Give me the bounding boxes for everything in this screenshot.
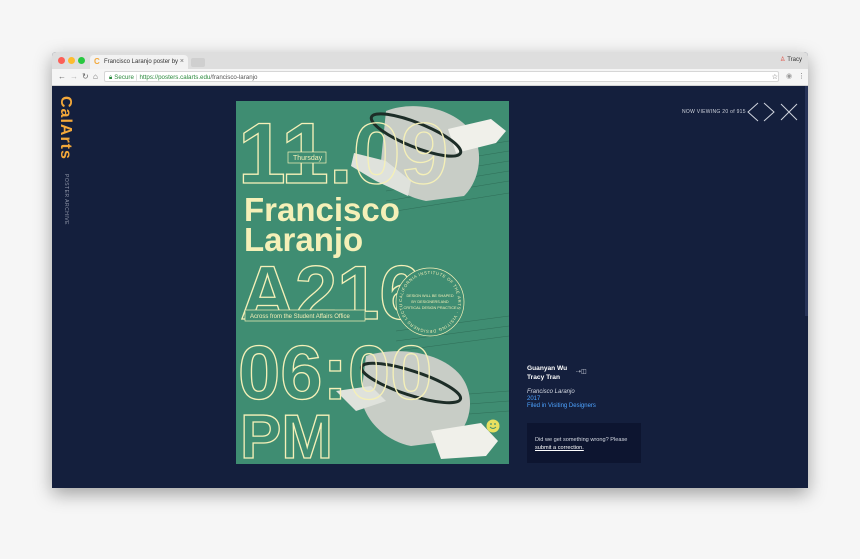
- secure-label: Secure: [114, 74, 134, 81]
- poster-image[interactable]: 11.09 A216 06:00 PM Thursday Francisco L…: [236, 101, 509, 464]
- poster-blurb-3: CRITICAL DESIGN PRACTICE: [403, 306, 456, 310]
- poster-credits: Guanyan Wu Tracy Tran ⇢◫ Francisco Laran…: [527, 364, 596, 409]
- poster-date: 11.09: [238, 106, 448, 202]
- browser-tab[interactable]: C Francisco Laranjo poster by Gu ×: [90, 55, 188, 69]
- poster-location: Across from the Student Affairs Office: [250, 314, 350, 320]
- reload-icon[interactable]: ↻: [82, 71, 89, 83]
- extension-icon[interactable]: ◉: [786, 72, 792, 82]
- home-icon[interactable]: ⌂: [93, 71, 98, 83]
- profile-icon: ♙: [779, 57, 786, 63]
- poster-blurb-2: BY DESIGNERS AND: [411, 300, 449, 304]
- poster-blurb-1: DESIGN WILL BE SHAPED: [406, 294, 453, 298]
- url-path: /francisco-laranjo: [210, 74, 258, 81]
- poster-category-link[interactable]: Filed in Visiting Designers: [527, 403, 596, 409]
- poster-artwork: 11.09 A216 06:00 PM Thursday Francisco L…: [236, 101, 509, 464]
- bookmark-star-icon[interactable]: ☆: [772, 72, 778, 81]
- lock-icon: 🔒︎: [109, 74, 113, 81]
- tab-title: Francisco Laranjo poster by Gu: [104, 59, 180, 65]
- submit-correction-link[interactable]: submit a correction.: [535, 445, 584, 451]
- tab-bar: C Francisco Laranjo poster by Gu × ♙ Trac…: [52, 52, 808, 70]
- poster-archive-label: POSTER ARCHIVE: [63, 174, 69, 225]
- profile-button[interactable]: ♙ Tracy: [780, 52, 802, 69]
- new-tab-button[interactable]: [191, 58, 205, 67]
- close-viewer-icon[interactable]: [780, 102, 798, 122]
- correction-box: Did we get something wrong? Please submi…: [527, 423, 641, 463]
- maximize-window-button[interactable]: [78, 57, 85, 64]
- poster-smiley-icon: [486, 419, 500, 433]
- poster-name-last: Laranjo: [244, 221, 363, 258]
- menu-kebab-icon[interactable]: ⋮: [798, 72, 805, 82]
- correction-text: Did we get something wrong? Please: [535, 437, 628, 443]
- browser-toolbar: ← → ↻ ⌂ 🔒︎ Secure | https://posters.calarts…: [52, 69, 808, 86]
- url-host: https://posters.calarts.edu: [139, 74, 211, 81]
- poster-ampm: PM: [240, 403, 333, 464]
- previous-arrow-icon[interactable]: [746, 102, 760, 122]
- poster-room: A216: [240, 251, 422, 336]
- viewing-counter: NOW VIEWING 20 of 915: [682, 109, 746, 115]
- close-window-button[interactable]: [58, 57, 65, 64]
- page-content: CalArts POSTER ARCHIVE 11.09 A216 06:00 …: [52, 86, 808, 488]
- browser-window: C Francisco Laranjo poster by Gu × ♙ Trac…: [52, 52, 808, 488]
- poster-day: Thursday: [293, 155, 323, 162]
- page-scrollbar[interactable]: [805, 86, 808, 316]
- minimize-window-button[interactable]: [68, 57, 75, 64]
- address-bar[interactable]: 🔒︎ Secure | https://posters.calarts.edu/fra…: [104, 71, 779, 82]
- next-arrow-icon[interactable]: [762, 102, 776, 122]
- back-arrow-icon[interactable]: ←: [58, 71, 66, 83]
- poster-year-link[interactable]: 2017: [527, 396, 596, 402]
- designer-card-icon[interactable]: ⇢◫: [576, 368, 587, 375]
- forward-arrow-icon[interactable]: →: [70, 71, 78, 83]
- calarts-logo[interactable]: CalArts: [56, 96, 74, 160]
- poster-work-title: Francisco Laranjo: [527, 389, 575, 395]
- tab-close-icon[interactable]: ×: [180, 55, 184, 69]
- address-separator: |: [135, 74, 138, 81]
- calarts-favicon-icon: C: [94, 57, 100, 66]
